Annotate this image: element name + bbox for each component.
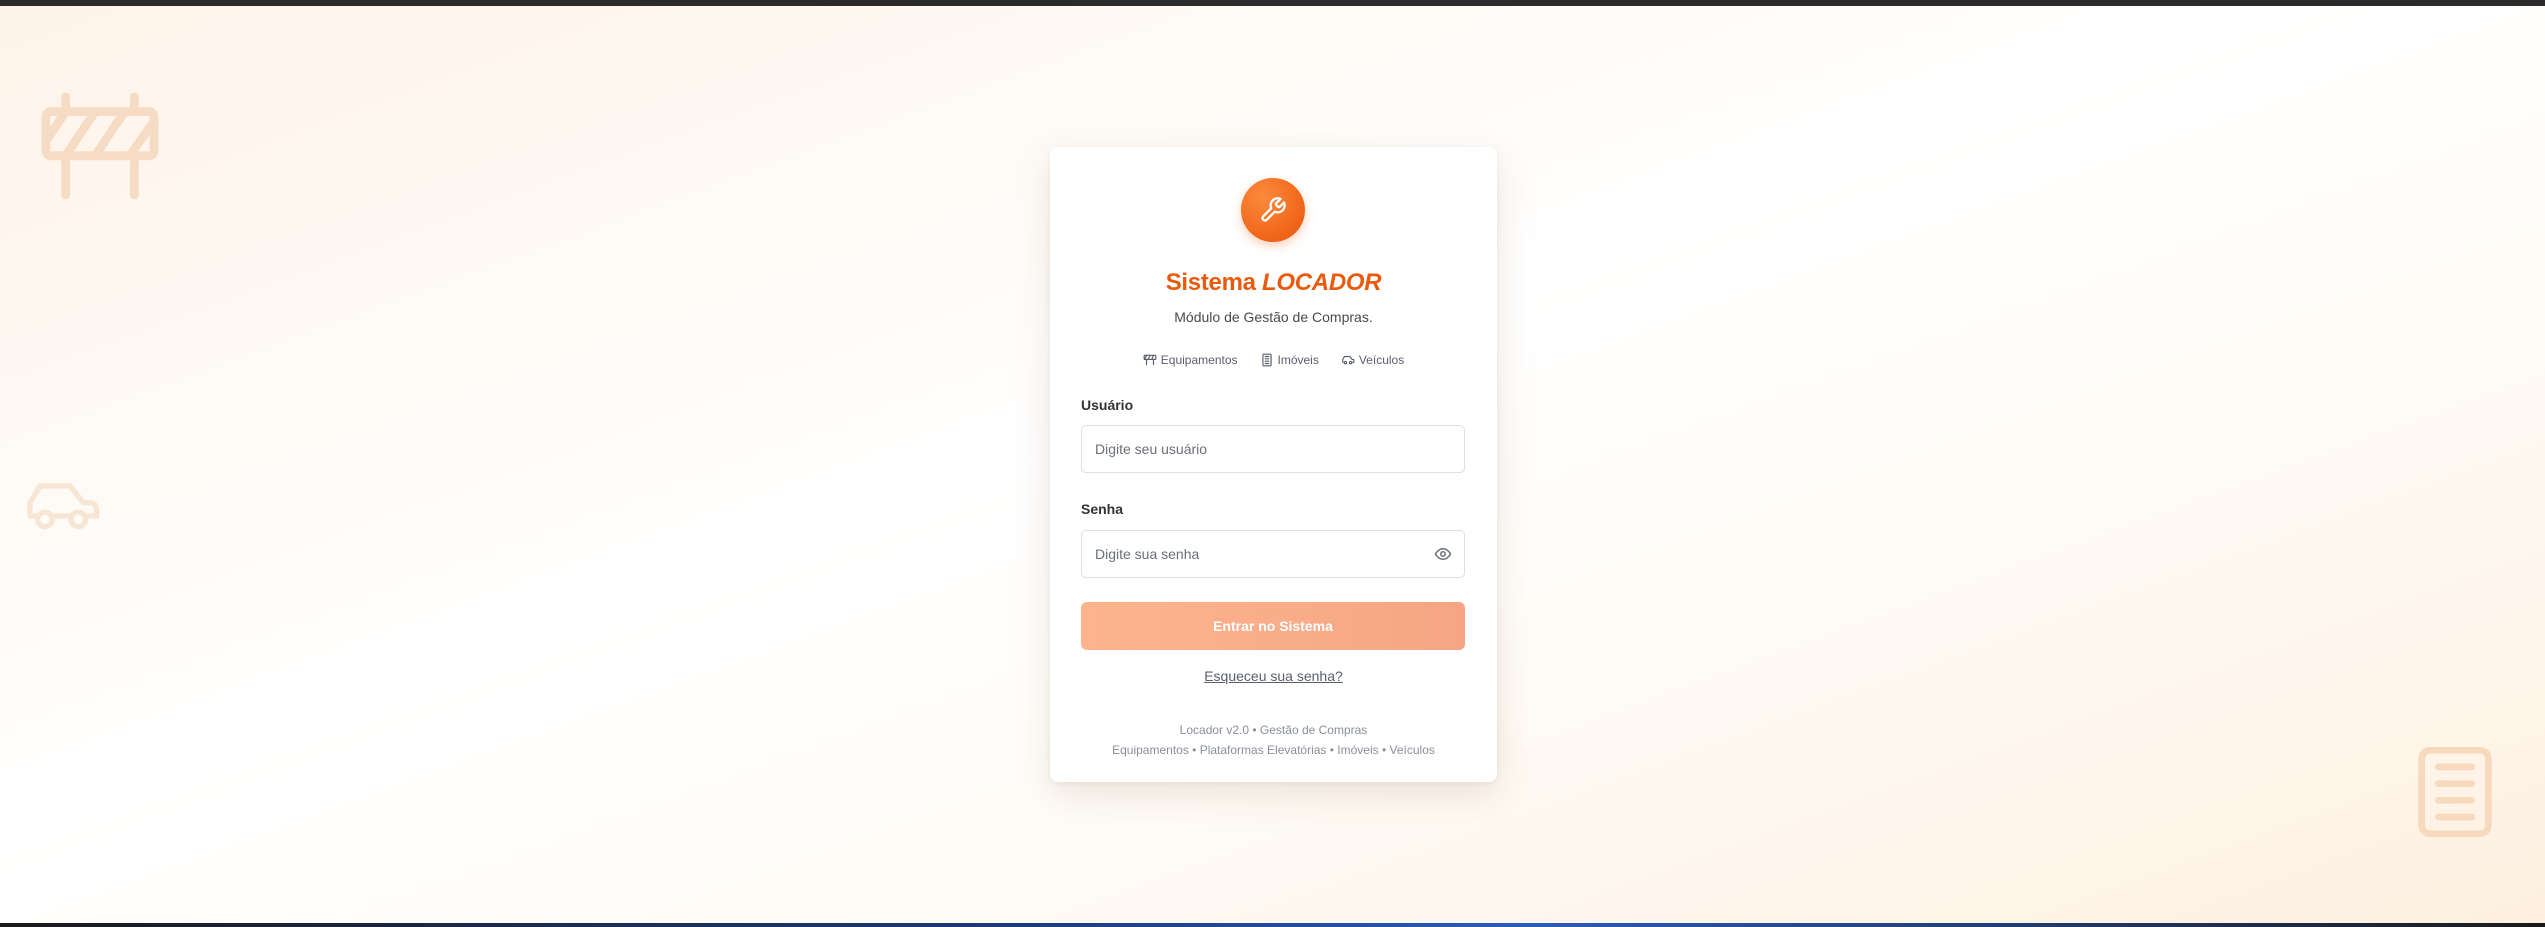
username-input[interactable]: [1081, 425, 1465, 473]
password-input[interactable]: [1081, 530, 1465, 578]
car-icon: [1342, 355, 1355, 365]
category-label: Equipamentos: [1160, 353, 1238, 367]
building-icon: [2418, 747, 2492, 837]
app-title-prefix: Sistema: [1165, 269, 1256, 296]
show-password-toggle[interactable]: [1433, 545, 1453, 563]
category-label: Imóveis: [1277, 353, 1319, 367]
app-subtitle: Módulo de Gestão de Compras.: [1174, 309, 1373, 325]
road-barrier-icon: [41, 92, 159, 200]
building-icon: [1261, 353, 1272, 367]
category-imoveis: Imóveis: [1260, 353, 1319, 367]
wrench-icon: [1261, 197, 1286, 222]
password-label: Senha: [1081, 501, 1124, 517]
username-label: Usuário: [1081, 397, 1134, 413]
category-equipamentos: Equipamentos: [1143, 353, 1238, 367]
eye-icon: [1434, 548, 1452, 560]
footer-modules: Equipamentos • Plataformas Elevatórias •…: [1112, 743, 1435, 757]
login-button[interactable]: Entrar no Sistema: [1081, 602, 1465, 650]
equipment-icon: [1143, 354, 1157, 366]
car-icon: [27, 483, 100, 530]
taskbar-strip: [0, 923, 2545, 927]
category-label: Veículos: [1358, 353, 1405, 367]
app-title: Sistema LOCADOR: [1050, 269, 1497, 297]
forgot-password-link[interactable]: Esqueceu sua senha?: [1050, 668, 1497, 684]
category-veiculos: Veículos: [1341, 353, 1404, 367]
app-title-brand: LOCADOR: [1262, 269, 1382, 296]
footer-version: Locador v2.0 • Gestão de Compras: [1179, 723, 1368, 737]
login-card: Sistema LOCADOR Módulo de Gestão de Comp…: [1050, 147, 1497, 782]
category-list: Equipamentos Imóveis Veículos: [1050, 353, 1497, 367]
logo-badge: [1241, 178, 1305, 242]
browser-top-strip: [0, 0, 2545, 6]
